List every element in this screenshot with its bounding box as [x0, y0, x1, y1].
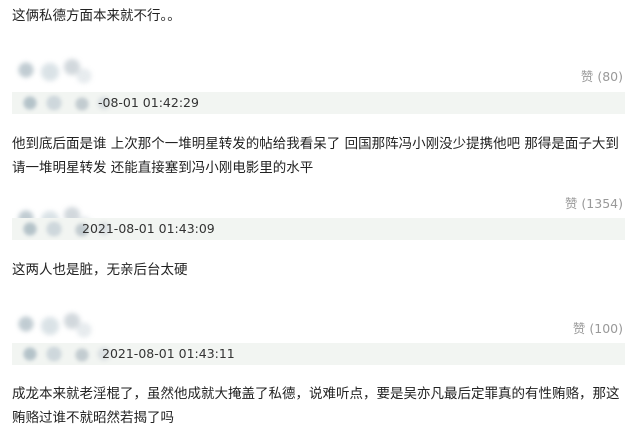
comment-text: 成龙本来就老淫棍了，虽然他成就大掩盖了私德，说难听点，要是吴亦凡最后定罪真的有性… [12, 386, 620, 426]
comment-meta-bar: 2021-08-01 01:43:11 [12, 343, 625, 365]
comment-text: 这俩私德方面本来就不行。。 [12, 8, 181, 24]
comment-timestamp: -08-01 01:42:29 [98, 95, 199, 110]
comment-meta-bar: 2021-08-01 01:43:09 [12, 218, 625, 240]
comment-timestamp: 2021-08-01 01:43:11 [102, 346, 235, 361]
comment-meta-bar: -08-01 01:42:29 [12, 92, 625, 114]
comment-text: 他到底后面是谁 上次那个一堆明星转发的帖给我看呆了 回国那阵冯小刚没少提携他吧 … [12, 136, 619, 176]
avatar[interactable] [14, 312, 94, 338]
comment-text: 这两人也是脏，无亲后台太硬 [12, 262, 188, 278]
comment-timestamp: 2021-08-01 01:43:09 [82, 221, 215, 236]
username-blurred[interactable] [20, 346, 112, 362]
like-button[interactable]: 赞 (100) [573, 318, 623, 337]
like-button[interactable]: 赞 (1354) [565, 193, 623, 212]
avatar[interactable] [14, 58, 94, 84]
comment-page: 这俩私德方面本来就不行。。 赞 (80) -08-01 01:42:29 他到底… [0, 0, 633, 447]
like-button[interactable]: 赞 (80) [581, 66, 623, 85]
